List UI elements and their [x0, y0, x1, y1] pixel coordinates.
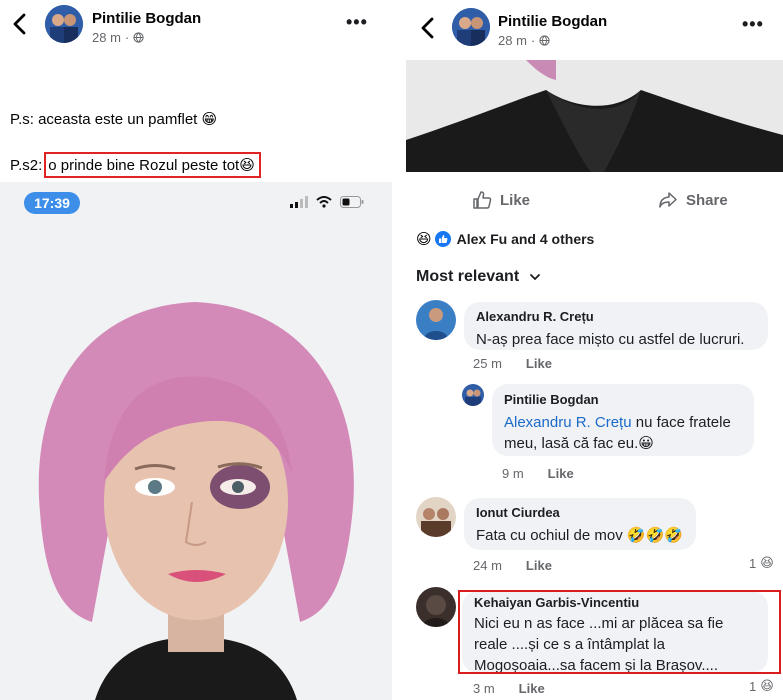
chevron-left-icon	[13, 13, 26, 35]
battery-icon	[340, 196, 364, 208]
thumbs-up-icon	[473, 191, 492, 209]
woman-shoulders-image	[406, 60, 783, 172]
comment-like-button[interactable]: Like	[526, 356, 552, 371]
reply-avatar[interactable]	[462, 384, 484, 406]
commenter-avatar[interactable]	[416, 300, 456, 340]
author-name[interactable]: Pintilie Bogdan	[498, 13, 607, 30]
back-button[interactable]	[10, 12, 30, 36]
comment-like-button[interactable]: Like	[548, 466, 574, 481]
highlighted-phrase: o prinde bine Rozul peste tot😆	[44, 152, 261, 178]
comment-time[interactable]: 3 m	[473, 681, 495, 696]
more-options-button[interactable]: •••	[346, 12, 368, 33]
comment-text: Alexandru R. Crețu nu face fratele meu, l…	[504, 414, 731, 452]
more-horizontal-icon: •••	[742, 14, 764, 34]
mention-link[interactable]: Alexandru R. Crețu	[504, 414, 632, 431]
author-name[interactable]: Pintilie Bogdan	[92, 10, 201, 27]
haha-emoji-icon: 😆	[760, 679, 774, 694]
right-screenshot: Pintilie Bogdan 28 m · ••• Like Share 😆 …	[406, 0, 783, 700]
share-arrow-icon	[659, 192, 677, 208]
comment-time[interactable]: 24 m	[473, 558, 502, 573]
wifi-icon	[316, 196, 332, 208]
post-text-ps: P.s: aceasta este un pamflet 😁	[10, 110, 218, 128]
like-reaction-icon	[434, 231, 451, 247]
back-button[interactable]	[418, 16, 438, 40]
comment-time[interactable]: 9 m	[502, 466, 524, 481]
globe-icon	[133, 32, 144, 43]
comment-meta: 25 m Like	[473, 356, 552, 371]
like-action-button[interactable]: Like	[472, 190, 530, 210]
haha-emoji-icon: 😆	[760, 556, 774, 571]
post-meta: 28 m ·	[498, 33, 550, 48]
haha-emoji-icon: 😆	[416, 230, 432, 248]
author-avatar[interactable]	[452, 8, 490, 46]
chevron-down-icon	[530, 274, 541, 281]
post-photo-cropped[interactable]	[406, 60, 783, 172]
comment-time[interactable]: 25 m	[473, 356, 502, 371]
comment-meta: 24 m Like	[473, 558, 552, 573]
reply-bubble: Pintilie Bogdan Alexandru R. Crețu nu fa…	[492, 384, 754, 456]
reactions-summary[interactable]: 😆 Alex Fu and 4 others	[416, 230, 594, 248]
highlight-box	[458, 590, 781, 674]
grinning-emoji: 😀	[638, 434, 654, 452]
rofl-emoji: 🤣🤣🤣	[626, 526, 683, 544]
commenter-avatar[interactable]	[416, 497, 456, 537]
chevron-left-icon	[421, 17, 434, 39]
commenter-avatar[interactable]	[416, 587, 456, 627]
woman-portrait-image	[0, 182, 392, 700]
more-horizontal-icon: •••	[346, 12, 368, 32]
comment-sort-dropdown[interactable]: Most relevant	[416, 268, 541, 286]
reactions-count: Alex Fu and 4 others	[456, 231, 595, 247]
comment-author[interactable]: Alexandru R. Crețu	[476, 309, 756, 324]
comment-bubble: Ionut Ciurdea Fata cu ochiul de mov 🤣🤣🤣	[464, 498, 696, 550]
comment-reaction-count[interactable]: 1 😆	[749, 679, 774, 694]
comment-author[interactable]: Pintilie Bogdan	[504, 392, 742, 407]
comment-meta: 3 m Like	[473, 681, 545, 696]
comment-text: Fata cu ochiul de mov 🤣🤣🤣	[476, 526, 683, 544]
screenshot-divider	[392, 0, 406, 700]
globe-icon	[539, 35, 550, 46]
phone-status-icons	[290, 196, 364, 208]
comment-bubble: Alexandru R. Crețu N-aș prea face mișto …	[464, 302, 768, 350]
comment-meta: 9 m Like	[502, 466, 574, 481]
grin-emoji: 😁	[201, 110, 218, 128]
post-text-ps2: P.s2: o prinde bine Rozul peste tot😆	[10, 152, 261, 178]
left-screenshot: Pintilie Bogdan 28 m · ••• P.s: aceasta …	[0, 0, 392, 700]
laughing-emoji: 😆	[239, 156, 255, 174]
comment-reaction-count[interactable]: 1 😆	[749, 556, 774, 571]
more-options-button[interactable]: •••	[742, 14, 764, 35]
comment-like-button[interactable]: Like	[526, 558, 552, 573]
comment-text: N-aș prea face mișto cu astfel de lucrur…	[476, 331, 745, 348]
post-time[interactable]: 28 m	[92, 30, 121, 45]
phone-clock: 17:39	[24, 192, 80, 214]
comment-like-button[interactable]: Like	[519, 681, 545, 696]
share-action-button[interactable]: Share	[658, 190, 728, 210]
post-time[interactable]: 28 m	[498, 33, 527, 48]
author-avatar[interactable]	[45, 5, 83, 43]
signal-icon	[290, 196, 308, 208]
comment-author[interactable]: Ionut Ciurdea	[476, 505, 684, 520]
post-meta: 28 m ·	[92, 30, 144, 45]
post-photo[interactable]: 17:39	[0, 182, 392, 700]
